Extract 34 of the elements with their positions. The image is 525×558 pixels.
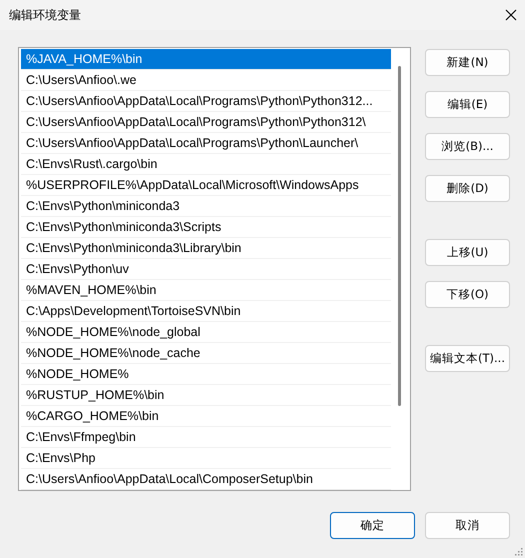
path-item[interactable]: C:\Users\Anfioo\AppData\Local\Programs\Python\Python312\ bbox=[21, 112, 391, 133]
action-button[interactable]: 新建(N) bbox=[425, 49, 510, 76]
path-item[interactable]: C:\Apps\Development\TortoiseSVN\bin bbox=[21, 301, 391, 322]
action-button[interactable]: 上移(U) bbox=[425, 239, 510, 266]
path-item[interactable]: C:\Users\Anfioo\.we bbox=[21, 70, 391, 91]
path-item[interactable]: %MAVEN_HOME%\bin bbox=[21, 280, 391, 301]
path-item[interactable]: C:\Envs\Python\miniconda3\Library\bin bbox=[21, 238, 391, 259]
path-item[interactable]: C:\Envs\Python\uv bbox=[21, 259, 391, 280]
resize-grip-icon[interactable] bbox=[513, 546, 523, 556]
path-item[interactable]: %USERPROFILE%\AppData\Local\Microsoft\WindowsApps bbox=[21, 175, 391, 196]
path-item[interactable]: %RUSTUP_HOME%\bin bbox=[21, 385, 391, 406]
dialog-button[interactable]: 取消 bbox=[425, 512, 510, 539]
path-item[interactable]: %JAVA_HOME%\bin bbox=[21, 49, 391, 70]
path-item[interactable]: C:\Envs\Rust\.cargo\bin bbox=[21, 154, 391, 175]
path-item[interactable]: C:\Users\Anfioo\AppData\Local\Programs\Python\Python312... bbox=[21, 91, 391, 112]
path-item[interactable]: %NODE_HOME%\node_global bbox=[21, 322, 391, 343]
path-item[interactable]: C:\Envs\Php bbox=[21, 448, 391, 469]
dialog-button[interactable]: 确定 bbox=[330, 512, 415, 539]
path-item[interactable]: C:\Users\Anfioo\AppData\Local\Programs\Python\Launcher\ bbox=[21, 133, 391, 154]
window-title: 编辑环境变量 bbox=[9, 6, 81, 24]
action-button[interactable]: 删除(D) bbox=[425, 175, 510, 202]
path-item[interactable]: C:\Envs\Ffmpeg\bin bbox=[21, 427, 391, 448]
path-item[interactable]: %NODE_HOME%\node_cache bbox=[21, 343, 391, 364]
path-item[interactable]: C:\Envs\Python\miniconda3 bbox=[21, 196, 391, 217]
path-item[interactable]: %CARGO_HOME%\bin bbox=[21, 406, 391, 427]
path-item[interactable]: C:\Envs\Python\miniconda3\Scripts bbox=[21, 217, 391, 238]
action-button[interactable]: 下移(O) bbox=[425, 281, 510, 308]
action-button[interactable]: 浏览(B)... bbox=[425, 133, 510, 160]
action-button[interactable]: 编辑文本(T)... bbox=[425, 345, 510, 372]
path-item[interactable]: %NODE_HOME% bbox=[21, 364, 391, 385]
close-icon[interactable] bbox=[505, 9, 517, 21]
scrollbar[interactable] bbox=[398, 66, 401, 406]
action-button[interactable]: 编辑(E) bbox=[425, 91, 510, 118]
path-item[interactable]: C:\Users\Anfioo\AppData\Local\ComposerSetup\bin bbox=[21, 469, 391, 490]
